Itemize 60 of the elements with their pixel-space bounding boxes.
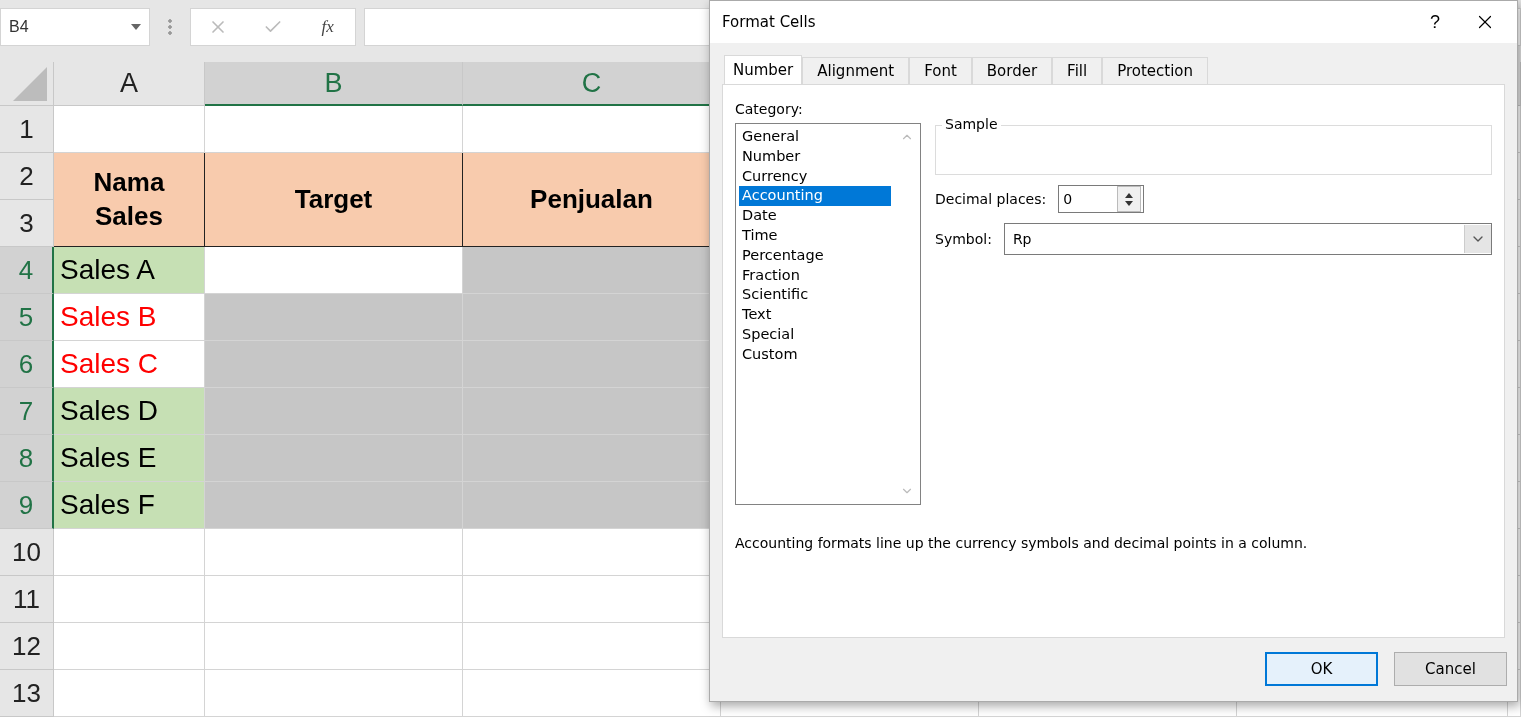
table-cell: Sales E [54,435,205,482]
column-header[interactable]: B [205,62,463,106]
category-item[interactable]: Accounting [739,186,891,207]
category-item[interactable]: Text [739,305,891,325]
row-header[interactable]: 2 [0,153,54,200]
drag-handle-icon[interactable] [168,18,172,36]
table-cell: Sales F [54,482,205,529]
symbol-dropdown[interactable]: Rp [1003,223,1492,255]
category-item[interactable]: Custom [739,344,891,365]
category-item[interactable]: General [739,127,891,147]
row-header[interactable]: 5 [0,294,54,341]
tab[interactable]: Protection [1102,57,1209,85]
cancel-button[interactable]: Cancel [1394,652,1507,686]
header-cell: Target [205,153,463,247]
row-header[interactable]: 8 [0,435,54,482]
row-header[interactable]: 13 [0,670,54,717]
row-header[interactable]: 9 [0,482,54,529]
row-header[interactable]: 7 [0,388,54,435]
select-all-corner[interactable] [0,62,54,106]
category-item[interactable]: Fraction [739,265,891,286]
row-header[interactable]: 11 [0,576,54,623]
row-header[interactable]: 1 [0,106,54,153]
symbol-label: Symbol: [935,231,992,247]
row-header[interactable]: 6 [0,341,54,388]
header-cell: Nama Sales [54,153,205,247]
table-cell: Sales B [54,294,205,341]
table-cell: Sales A [54,247,205,294]
table-cell: Sales C [54,341,205,388]
help-button[interactable]: ? [1415,6,1455,38]
category-item[interactable]: Time [739,226,891,246]
category-item[interactable]: Percentage [739,245,891,266]
tab[interactable]: Alignment [802,57,910,85]
category-list[interactable]: General Number Currency Accounting Date Time Percentage Fraction Scientific Text Special Custom [735,123,921,505]
row-header[interactable]: 12 [0,623,54,670]
dialog-title: Format Cells [722,13,817,31]
tab[interactable]: Fill [1052,57,1103,85]
tab[interactable]: Number [724,55,803,85]
row-header[interactable]: 4 [0,247,54,294]
tab[interactable]: Font [909,57,972,85]
sample-label: Sample [942,116,1001,132]
category-item[interactable]: Number [739,146,891,167]
category-item[interactable]: Scientific [739,285,891,306]
category-item[interactable]: Date [739,206,891,226]
decimal-places-label: Decimal places: [935,191,1047,207]
description-text: Accounting formats line up the currency symbols and decimal points in a column. [735,535,1309,551]
decimal-places-field[interactable]: 0 [1058,185,1145,213]
row-header[interactable]: 3 [0,200,54,247]
tab[interactable]: Border [971,57,1053,85]
table-cell: Sales D [54,388,205,435]
ok-button[interactable]: OK [1265,652,1378,686]
category-item[interactable]: Currency [739,166,891,187]
category-item[interactable]: Special [739,324,891,345]
cell-reference: B4 [9,18,29,36]
insert-function-button[interactable]: fx [317,17,338,37]
caret-icon [131,24,141,30]
spin-buttons[interactable] [1117,186,1142,212]
category-label: Category: [735,101,803,117]
column-header[interactable]: A [54,62,205,106]
row-header[interactable]: 10 [0,529,54,576]
name-box[interactable]: B4 [0,8,150,46]
